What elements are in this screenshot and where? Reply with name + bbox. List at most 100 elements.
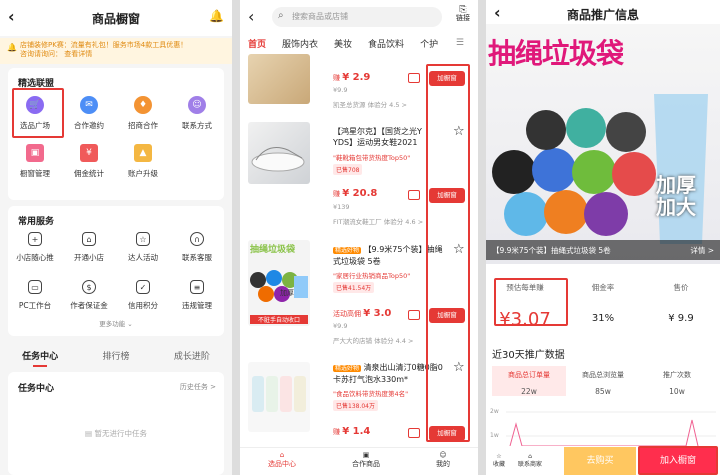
- axis-tick: 2w: [490, 408, 499, 415]
- header: ‹ 商品橱窗 🔔: [0, 0, 232, 36]
- link-button[interactable]: ⎘ 链接: [456, 6, 470, 23]
- rank-tag: "食品饮料带货热度第4名": [333, 390, 409, 398]
- buy-button[interactable]: 去购买: [564, 447, 636, 475]
- cans-illustration: [252, 376, 306, 412]
- item-douplus[interactable]: + 小店随心推: [8, 228, 62, 276]
- message-icon[interactable]: [408, 428, 420, 438]
- item-upgrade[interactable]: ▲ 账户升级: [116, 140, 170, 188]
- metric-views[interactable]: 商品总浏览量 85w: [566, 366, 640, 396]
- item-violations[interactable]: ≡ 违规管理: [170, 276, 224, 324]
- tab-clothing[interactable]: 服饰内衣: [274, 37, 326, 50]
- monitor-icon: ▭: [28, 280, 42, 294]
- contact-merchant-button[interactable]: ⌂ 联系商家: [512, 453, 548, 469]
- search-input[interactable]: ⌕ 搜索商品或店铺: [272, 7, 442, 27]
- message-icon[interactable]: [408, 310, 420, 320]
- sold-badge: 已售138.04万: [333, 400, 378, 411]
- common-services-card: 常用服务 + 小店随心推 ⌂ 开通小店 ☆ 达人活动 ∩ 联系客服 ▭ PC工作台 $ 作者…: [8, 206, 224, 336]
- document-icon: ≡: [190, 280, 204, 294]
- message-icon[interactable]: [408, 73, 420, 83]
- rank-tag: "鞋靴箱包带货热度Top50": [333, 154, 411, 162]
- selected-alliance-card: 精选联盟 🛒 选品广场 ✉ 合作邀约 ♦ 招商合作 ☺ 联系方式 ▣ 橱窗管理 ¥ 佣金统计…: [8, 68, 224, 200]
- metric-orders[interactable]: 商品总订单量 22w: [492, 366, 566, 396]
- more-functions-link[interactable]: 更多功能 ⌄: [8, 318, 224, 328]
- image-banner: 不脏手自动收口: [250, 315, 308, 324]
- nav-mine[interactable]: ☺ 我的: [436, 448, 450, 475]
- panel-product-window: ‹ 商品橱窗 🔔 🔔 店铺装修PK赛：流量有礼包！服务市场4款工具优惠！ 咨询请…: [0, 0, 232, 475]
- tab-growth[interactable]: 成长进阶: [174, 349, 210, 362]
- item-support[interactable]: ∩ 联系客服: [170, 228, 224, 276]
- axis-tick: 1w: [490, 432, 499, 439]
- empty-state: ▤ 暂无进行中任务: [85, 429, 147, 438]
- shop-label: 严大大的店铺 体验分 4.4 >: [333, 337, 414, 345]
- section-title: 常用服务: [18, 217, 55, 227]
- tab-home[interactable]: 首页: [240, 37, 274, 50]
- douplus-icon: +: [28, 232, 42, 246]
- tab-task-center[interactable]: 任务中心: [22, 349, 58, 367]
- box-icon: ▣: [362, 451, 370, 459]
- item-open-shop[interactable]: ⌂ 开通小店: [62, 228, 116, 276]
- notice-banner[interactable]: 🔔 店铺装修PK赛：流量有礼包！服务市场4款工具优惠！ 咨询请询问： 查看详情: [0, 38, 232, 64]
- item-credit[interactable]: ✓ 信用积分: [116, 276, 170, 324]
- search-icon: ⌕: [278, 10, 284, 21]
- back-icon[interactable]: ‹: [494, 4, 512, 22]
- item-pc-workbench[interactable]: ▭ PC工作台: [8, 276, 62, 324]
- tab-beauty[interactable]: 美妆: [326, 37, 360, 50]
- menu-icon[interactable]: ☰: [448, 38, 472, 48]
- featured-badge: 精选好物: [333, 247, 362, 254]
- panel-promo-info: ‹ 商品推广信息 抽绳垃圾袋 加厚 加大 【9.9米75个装】抽绳式垃圾袋 5卷…: [486, 0, 720, 475]
- image-text-thick: 加厚: [280, 289, 294, 297]
- favorite-button[interactable]: ☆ 收藏: [486, 453, 512, 469]
- shop-bag-icon: ⌂: [279, 451, 285, 459]
- nav-coop-products[interactable]: ▣ 合作商品: [352, 448, 380, 475]
- services-grid: + 小店随心推 ⌂ 开通小店 ☆ 达人活动 ∩ 联系客服 ▭ PC工作台 $ 作者保证金 ✓…: [8, 228, 224, 324]
- category-tabs: 首页 服饰内衣 美妆 食品饮料 个护 ☰: [240, 32, 478, 54]
- item-commission[interactable]: ¥ 佣金统计: [62, 140, 116, 188]
- stat-commission-rate: 佣金率 31%: [591, 283, 615, 324]
- highlight-box: [426, 64, 470, 442]
- bottom-nav: ⌂ 选品中心 ▣ 合作商品 ☺ 我的: [240, 447, 478, 475]
- back-icon[interactable]: ‹: [248, 8, 266, 26]
- highlight-box: [494, 278, 568, 326]
- tab-personal-care[interactable]: 个护: [412, 37, 446, 50]
- bell-icon[interactable]: 🔔: [209, 9, 224, 23]
- history-link[interactable]: 历史任务 >: [180, 382, 216, 392]
- tab-food[interactable]: 食品饮料: [360, 37, 412, 50]
- rolls-illustration: [250, 270, 308, 302]
- nav-selection-center[interactable]: ⌂ 选品中心: [268, 448, 296, 475]
- message-icon[interactable]: [408, 190, 420, 200]
- upgrade-icon: ▲: [134, 144, 152, 162]
- price-label: ¥9.9: [333, 322, 348, 330]
- notice-line2: 咨询请询问： 查看详情: [20, 50, 93, 58]
- earn-label: 赚 ¥ 2.9: [333, 72, 371, 83]
- item-merchant-coop[interactable]: ♦ 招商合作: [116, 92, 170, 140]
- earn-label: 赚 ¥ 1.4: [333, 426, 371, 437]
- item-window-manage[interactable]: ▣ 橱窗管理: [8, 140, 62, 188]
- highlight-box: [638, 446, 718, 475]
- shop-label: FIT潮流女鞋工厂 体验分 4.6 >: [333, 218, 424, 226]
- item-activities[interactable]: ☆ 达人活动: [116, 228, 170, 276]
- product-image: [248, 362, 310, 432]
- hero-caption: 【9.9米75个装】抽绳式垃圾袋 5卷 详情 >: [486, 240, 720, 260]
- rolls-illustration: [492, 94, 708, 244]
- rank-tag: "家居行业热销商品Top50": [333, 272, 411, 280]
- product-hero-image: 抽绳垃圾袋 加厚 加大 【9.9米75个装】抽绳式垃圾袋 5卷 详情 >: [486, 24, 720, 264]
- highlight-box: [12, 88, 64, 138]
- item-deposit[interactable]: $ 作者保证金: [62, 276, 116, 324]
- tab-ranking[interactable]: 排行榜: [102, 349, 129, 362]
- sold-badge: 已售708: [333, 164, 363, 175]
- item-contact[interactable]: ☺ 联系方式: [170, 92, 224, 140]
- sold-badge: 已售41.54万: [333, 282, 375, 293]
- store-icon: ⌂: [528, 453, 532, 460]
- metric-promotions[interactable]: 推广次数 10w: [640, 366, 714, 396]
- contact-icon: ☺: [188, 96, 206, 114]
- credit-icon: ✓: [136, 280, 150, 294]
- item-coop-invite[interactable]: ✉ 合作邀约: [62, 92, 116, 140]
- shoe-illustration: [251, 147, 305, 172]
- back-icon[interactable]: ‹: [8, 8, 26, 26]
- price-label: ¥9.9: [333, 86, 348, 94]
- price-label: ¥139: [333, 203, 350, 211]
- trend-line: [506, 411, 716, 447]
- metrics-tabs: 商品总订单量 22w 商品总浏览量 85w 推广次数 10w: [492, 366, 714, 396]
- panel-product-list: ‹ ⌕ 搜索商品或店铺 ⎘ 链接 首页 服饰内衣 美妆 食品饮料 个护 ☰ 赚 ¥…: [240, 0, 478, 475]
- detail-link[interactable]: 详情 >: [690, 245, 714, 256]
